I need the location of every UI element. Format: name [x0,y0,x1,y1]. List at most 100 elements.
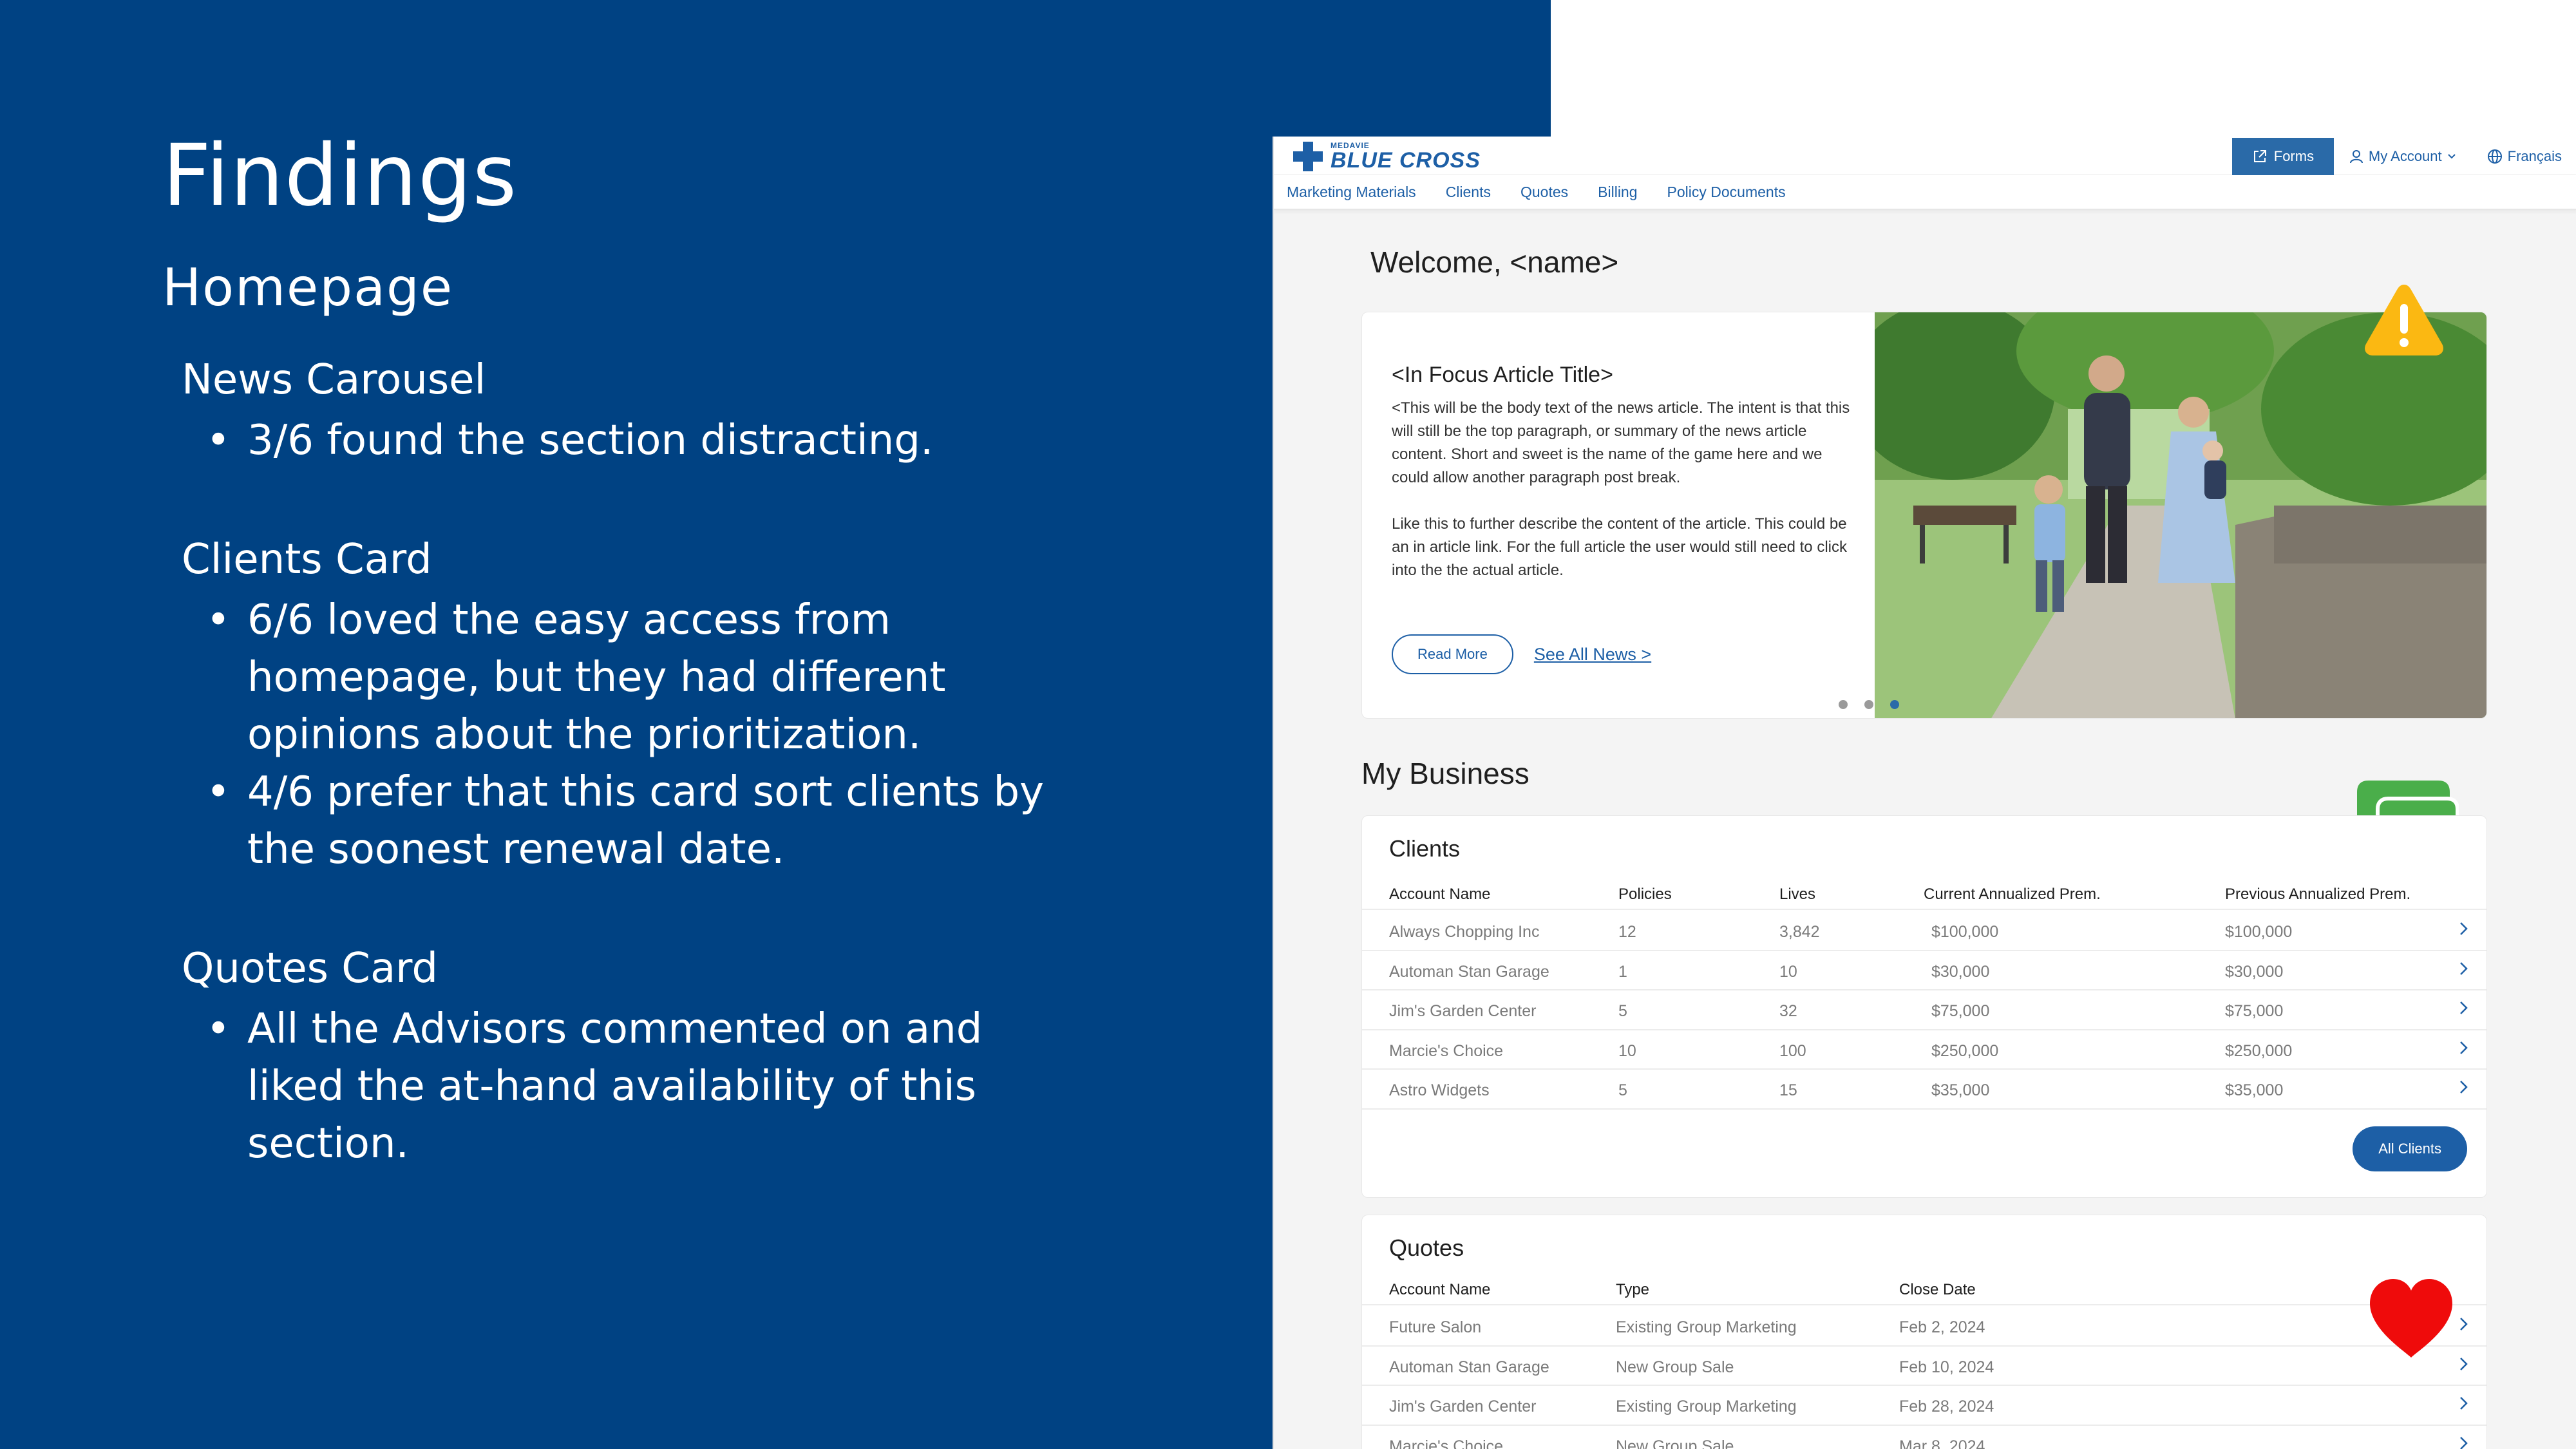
finding-news-carousel: News Carousel 3/6 found the section dist… [182,348,1083,469]
see-all-news-link[interactable]: See All News > [1534,645,1651,665]
nav-clients[interactable]: Clients [1446,184,1491,201]
cell-lives: 10 [1779,962,1797,981]
chevron-right-icon[interactable] [2456,1077,2471,1097]
slide-title: Findings [162,126,518,225]
nav-quotes[interactable]: Quotes [1520,184,1568,201]
column-header[interactable]: Previous Annualized Prem. [2225,886,2410,904]
clients-card-title: Clients [1389,835,1461,862]
forms-label: Forms [2273,148,2315,164]
user-icon [2349,150,2363,164]
nav-billing[interactable]: Billing [1598,184,1637,201]
chevron-right-icon[interactable] [2456,1314,2471,1334]
news-body: Like this to further describe the conten… [1392,515,1847,579]
heart-icon [2370,1279,2452,1358]
language-label: Français [2507,148,2562,164]
news-title: <In Focus Article Title> [1392,363,1613,387]
app-screenshot: MEDAVIE BLUE CROSS Forms My Account Fran… [1273,137,2576,1449]
clients-table-header: Account Name Policies Lives Current Annu… [1362,886,2486,910]
table-row[interactable]: Automan Stan Garage New Group Sale Feb 1… [1362,1347,2486,1386]
cell-policies: 10 [1618,1041,1636,1060]
family-walking-photo [1875,312,2486,718]
table-row[interactable]: Future Salon Existing Group Marketing Fe… [1362,1307,2486,1347]
chevron-right-icon[interactable] [2456,919,2471,938]
column-header[interactable]: Account Name [1389,886,1490,904]
cell-policies: 5 [1618,1002,1627,1020]
chevron-right-icon[interactable] [2456,1394,2471,1413]
chevron-right-icon[interactable] [2456,1354,2471,1374]
carousel-dot-active[interactable] [1890,700,1899,709]
main-nav: Marketing Materials Clients Quotes Billi… [1274,175,2576,210]
news-body: <This will be the body text of the news … [1392,399,1850,486]
clients-card: Clients Account Name Policies Lives Curr… [1361,815,2487,1198]
cell-account-name: Marcie's Choice [1389,1437,1504,1449]
cell-current-prem: $35,000 [1931,1081,1990,1099]
cell-previous-prem: $100,000 [2225,923,2293,941]
forms-button[interactable]: Forms [2231,138,2334,175]
cell-account-name: Astro Widgets [1389,1081,1490,1099]
warning-icon [2365,285,2443,355]
chevron-right-icon[interactable] [2456,1434,2471,1449]
table-row[interactable]: Automan Stan Garage 1 10 $30,000 $30,000 [1362,951,2486,990]
table-row[interactable]: Astro Widgets 5 15 $35,000 $35,000 [1362,1070,2486,1110]
cell-account-name: Marcie's Choice [1389,1041,1504,1060]
cell-lives: 3,842 [1779,923,1820,941]
cell-type: Existing Group Marketing [1616,1397,1797,1416]
column-header[interactable]: Current Annualized Prem. [1924,886,2101,904]
column-header[interactable]: Policies [1618,886,1672,904]
chevron-right-icon[interactable] [2456,1038,2471,1057]
finding-bullet: 4/6 prefer that this card sort clients b… [182,764,1083,878]
my-business-heading: My Business [1361,757,1530,790]
carousel-dot[interactable] [1839,700,1848,709]
cell-account-name: Future Salon [1389,1318,1482,1336]
finding-heading: News Carousel [182,356,486,404]
cell-account-name: Jim's Garden Center [1389,1002,1537,1020]
cell-policies: 5 [1618,1081,1627,1099]
blue-cross-logo-icon [1293,142,1323,171]
finding-clients-card: Clients Card 6/6 loved the easy access f… [182,527,1083,878]
cell-previous-prem: $75,000 [2225,1002,2284,1020]
table-row[interactable]: Marcie's Choice 10 100 $250,000 $250,000 [1362,1030,2486,1070]
table-row[interactable]: Marcie's Choice New Group Sale Mar 8, 20… [1362,1426,2486,1449]
cell-close-date: Mar 8, 2024 [1899,1437,1985,1449]
cell-type: New Group Sale [1616,1358,1734,1376]
finding-bullet: 6/6 loved the easy access from homepage,… [182,592,1083,764]
cell-previous-prem: $35,000 [2225,1081,2284,1099]
carousel-dot[interactable] [1864,700,1873,709]
nav-policy-documents[interactable]: Policy Documents [1667,184,1786,201]
brand-logo[interactable]: MEDAVIE BLUE CROSS [1292,140,1481,173]
table-row[interactable]: Always Chopping Inc 12 3,842 $100,000 $1… [1362,911,2486,951]
my-account-label: My Account [2368,148,2442,164]
news-actions: Read More See All News > [1392,634,1651,674]
cell-account-name: Automan Stan Garage [1389,1358,1549,1376]
cell-policies: 12 [1618,923,1636,941]
cell-previous-prem: $250,000 [2225,1041,2293,1060]
quotes-table-header: Account Name Type Close Date [1362,1281,2486,1305]
table-row[interactable]: Jim's Garden Center 5 32 $75,000 $75,000 [1362,990,2486,1030]
column-header[interactable]: Type [1616,1281,1649,1299]
table-row[interactable]: Jim's Garden Center Existing Group Marke… [1362,1386,2486,1426]
quotes-card: Quotes Account Name Type Close Date Futu… [1361,1215,2487,1449]
top-actions: Forms My Account Français [2231,138,2576,175]
globe-icon [2487,149,2502,164]
column-header[interactable]: Account Name [1389,1281,1490,1299]
carousel-dots [1839,700,1899,709]
language-toggle[interactable]: Français [2472,148,2576,165]
finding-heading: Clients Card [182,536,432,583]
read-more-button[interactable]: Read More [1392,634,1513,674]
findings-list: News Carousel 3/6 found the section dist… [182,348,1083,1231]
column-header[interactable]: Lives [1779,886,1815,904]
chevron-down-icon [2447,154,2456,159]
finding-quotes-card: Quotes Card All the Advisors commented o… [182,936,1083,1173]
nav-marketing-materials[interactable]: Marketing Materials [1287,184,1416,201]
cell-lives: 15 [1779,1081,1797,1099]
chevron-right-icon[interactable] [2456,959,2471,978]
quotes-table-body: Future Salon Existing Group Marketing Fe… [1362,1307,2486,1449]
cell-close-date: Feb 28, 2024 [1899,1397,1994,1416]
news-carousel-card: <In Focus Article Title> <This will be t… [1361,312,2487,719]
all-clients-button[interactable]: All Clients [2353,1126,2467,1171]
clients-table-body: Always Chopping Inc 12 3,842 $100,000 $1… [1362,911,2486,1110]
my-account-menu[interactable]: My Account [2334,148,2472,165]
chevron-right-icon[interactable] [2456,998,2471,1018]
column-header[interactable]: Close Date [1899,1281,1976,1299]
top-bar: MEDAVIE BLUE CROSS Forms My Account Fran… [1274,137,2576,175]
